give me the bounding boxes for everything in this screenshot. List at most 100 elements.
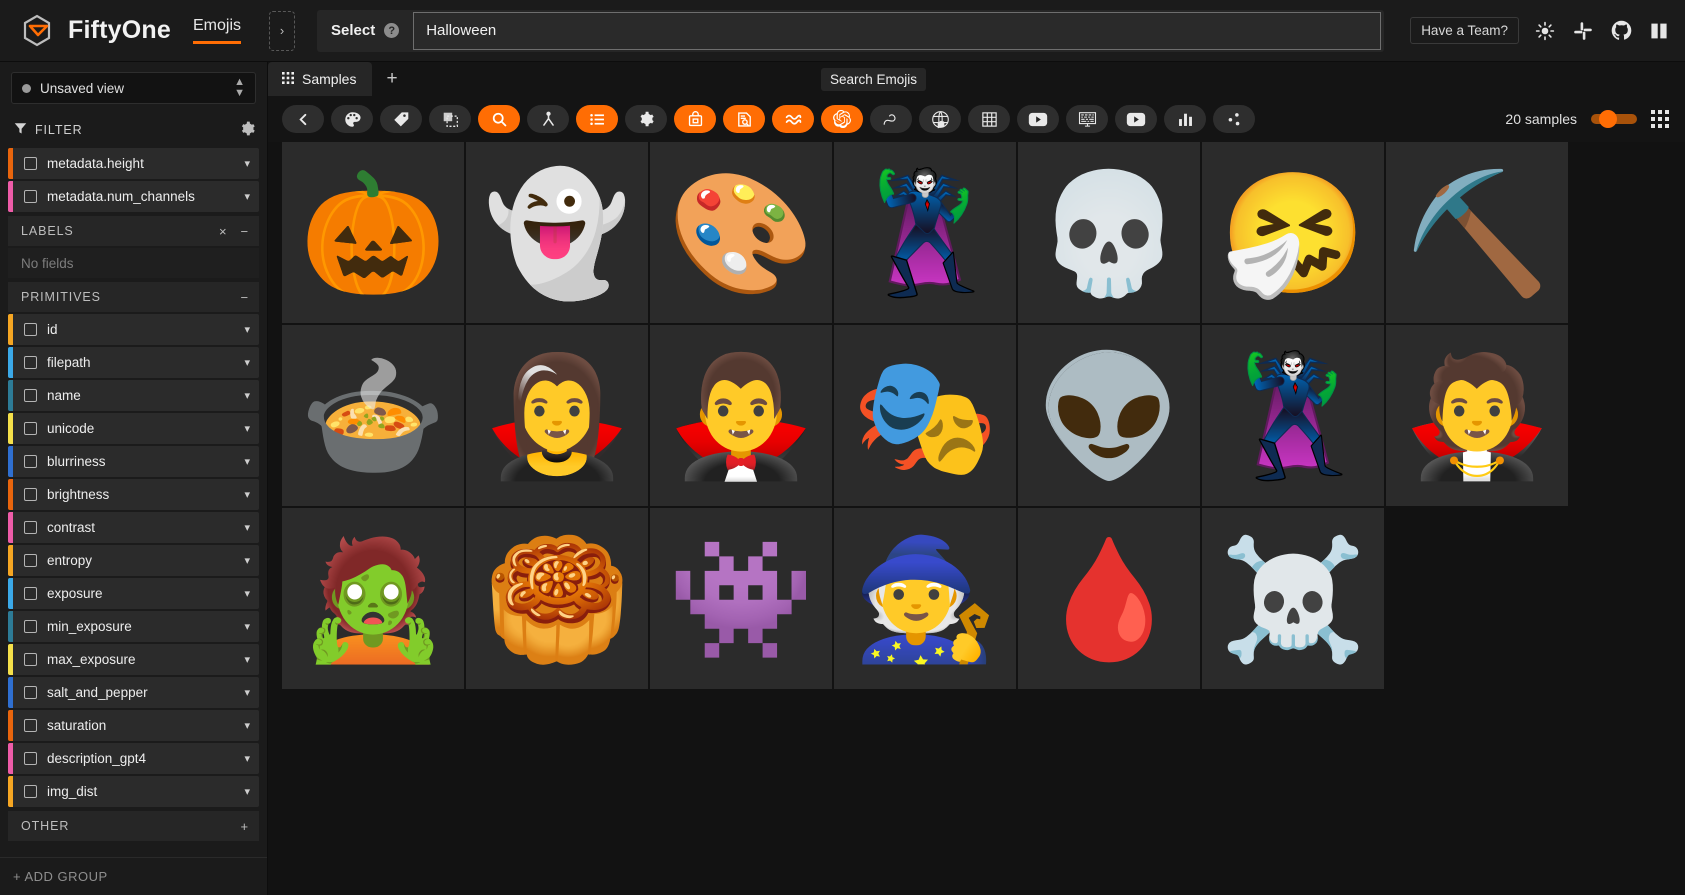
list-view-button[interactable] [576,105,618,133]
sidebar-field-contrast[interactable]: contrast▾ [8,512,259,543]
monitor-button[interactable] [1066,105,1108,133]
histogram-button[interactable] [1164,105,1206,133]
compute-button[interactable] [674,105,716,133]
docs-book-icon[interactable] [1647,19,1671,43]
gear-icon[interactable] [240,121,255,139]
sidebar-field-min-exposure[interactable]: min_exposure▾ [8,611,259,642]
sidebar-field-brightness[interactable]: brightness▾ [8,479,259,510]
chevron-down-icon[interactable]: ▾ [244,157,250,170]
settings-button[interactable] [625,105,667,133]
sample-vampire[interactable]: 🧛 [1386,325,1568,506]
chevron-down-icon[interactable]: ▾ [244,356,250,369]
sidebar-field-list[interactable]: metadata.height ▾ metadata.num_channels … [0,148,267,857]
sidebar-field-filepath[interactable]: filepath▾ [8,347,259,378]
collapse-icon[interactable]: − [241,224,250,239]
sidebar-field-unicode[interactable]: unicode▾ [8,413,259,444]
curve-button[interactable] [870,105,912,133]
chevron-down-icon[interactable]: ▾ [244,521,250,534]
sample-drop-of-blood[interactable]: 🩸 [1018,508,1200,689]
sidebar-field-entropy[interactable]: entropy▾ [8,545,259,576]
field-checkbox[interactable] [24,785,37,798]
sidebar-field-metadata-height[interactable]: metadata.height ▾ [8,148,259,179]
chevron-down-icon[interactable]: ▾ [244,389,250,402]
color-palette-button[interactable] [331,105,373,133]
wave-button[interactable] [772,105,814,133]
back-button[interactable] [282,105,324,133]
field-checkbox[interactable] [24,587,37,600]
grid-view-toggle[interactable] [1651,110,1669,128]
chevron-down-icon[interactable]: ▾ [244,190,250,203]
sample-supervillain[interactable]: 🦹 [834,142,1016,323]
doc-search-button[interactable] [723,105,765,133]
sample-moon-cake[interactable]: 🥮 [466,508,648,689]
chevron-down-icon[interactable]: ▾ [244,422,250,435]
tag-button[interactable] [380,105,422,133]
section-other[interactable]: OTHER + [8,811,259,841]
field-checkbox[interactable] [24,719,37,732]
patches-button[interactable] [429,105,471,133]
field-checkbox[interactable] [24,521,37,534]
chevron-down-icon[interactable]: ▾ [244,620,250,633]
chevron-down-icon[interactable]: ▾ [244,686,250,699]
sidebar-field-img-dist[interactable]: img_dist▾ [8,776,259,807]
samples-grid-container[interactable]: 🎃👻🎨🦹💀🤧⛏️🍲🧛‍♀️🧛‍♂️🎭👽🦹🧛🧟🥮👾🧙🩸☠️ [268,142,1685,895]
fiftyone-logo-icon[interactable] [18,12,56,50]
sidebar-field-max-exposure[interactable]: max_exposure▾ [8,644,259,675]
section-labels[interactable]: LABELS × − [8,216,259,246]
similarity-button[interactable] [527,105,569,133]
plus-icon[interactable]: + [241,819,250,834]
video-button[interactable] [1017,105,1059,133]
sidebar-field-id[interactable]: id▾ [8,314,259,345]
field-checkbox[interactable] [24,554,37,567]
chevron-down-icon[interactable]: ▾ [244,719,250,732]
sidebar-field-name[interactable]: name▾ [8,380,259,411]
sidebar-field-blurriness[interactable]: blurriness▾ [8,446,259,477]
sample-alien-monster[interactable]: 👾 [650,508,832,689]
sample-man-vampire[interactable]: 🧛‍♂️ [650,325,832,506]
chevron-down-icon[interactable]: ▾ [244,488,250,501]
field-checkbox[interactable] [24,653,37,666]
sidebar-field-salt-and-pepper[interactable]: salt_and_pepper▾ [8,677,259,708]
sidebar-field-saturation[interactable]: saturation▾ [8,710,259,741]
matrix-button[interactable] [968,105,1010,133]
chevron-down-icon[interactable]: ▾ [244,554,250,567]
sample-artist-palette[interactable]: 🎨 [650,142,832,323]
dataset-name[interactable]: Emojis [193,17,241,44]
field-checkbox[interactable] [24,488,37,501]
click-globe-button[interactable] [919,105,961,133]
chevron-down-icon[interactable]: ▾ [244,587,250,600]
field-checkbox[interactable] [24,356,37,369]
sample-jack-o-lantern[interactable]: 🎃 [282,142,464,323]
collapse-icon[interactable]: − [241,290,250,305]
field-checkbox[interactable] [24,422,37,435]
sample-performing-arts[interactable]: 🎭 [834,325,1016,506]
sample-zombie[interactable]: 🧟 [282,508,464,689]
sample-pot-of-food[interactable]: 🍲 [282,325,464,506]
view-stage-input[interactable] [413,12,1381,50]
field-checkbox[interactable] [24,190,37,203]
tab-samples[interactable]: Samples [268,62,372,96]
add-group-button[interactable]: + ADD GROUP [0,857,267,895]
field-checkbox[interactable] [24,752,37,765]
chevron-right-icon[interactable]: › [269,11,295,51]
close-icon[interactable]: × [219,224,228,239]
section-primitives[interactable]: PRIMITIVES − [8,282,259,312]
field-checkbox[interactable] [24,455,37,468]
chevron-down-icon[interactable]: ▾ [244,323,250,336]
slack-icon[interactable] [1571,19,1595,43]
search-button[interactable] [478,105,520,133]
chevron-down-icon[interactable]: ▾ [244,785,250,798]
sample-woman-vampire[interactable]: 🧛‍♀️ [466,325,648,506]
chevron-down-icon[interactable]: ▾ [244,752,250,765]
chevron-down-icon[interactable]: ▾ [244,455,250,468]
zoom-slider[interactable] [1591,114,1637,124]
field-checkbox[interactable] [24,389,37,402]
have-a-team-button[interactable]: Have a Team? [1410,17,1519,44]
sample-skull-and-crossbones[interactable]: ☠️ [1202,508,1384,689]
field-checkbox[interactable] [24,323,37,336]
sidebar-field-description-gpt4[interactable]: description_gpt4▾ [8,743,259,774]
sample-mage[interactable]: 🧙 [834,508,1016,689]
github-icon[interactable] [1609,19,1633,43]
help-icon[interactable]: ? [384,23,399,38]
sample-supervillain-2[interactable]: 🦹 [1202,325,1384,506]
